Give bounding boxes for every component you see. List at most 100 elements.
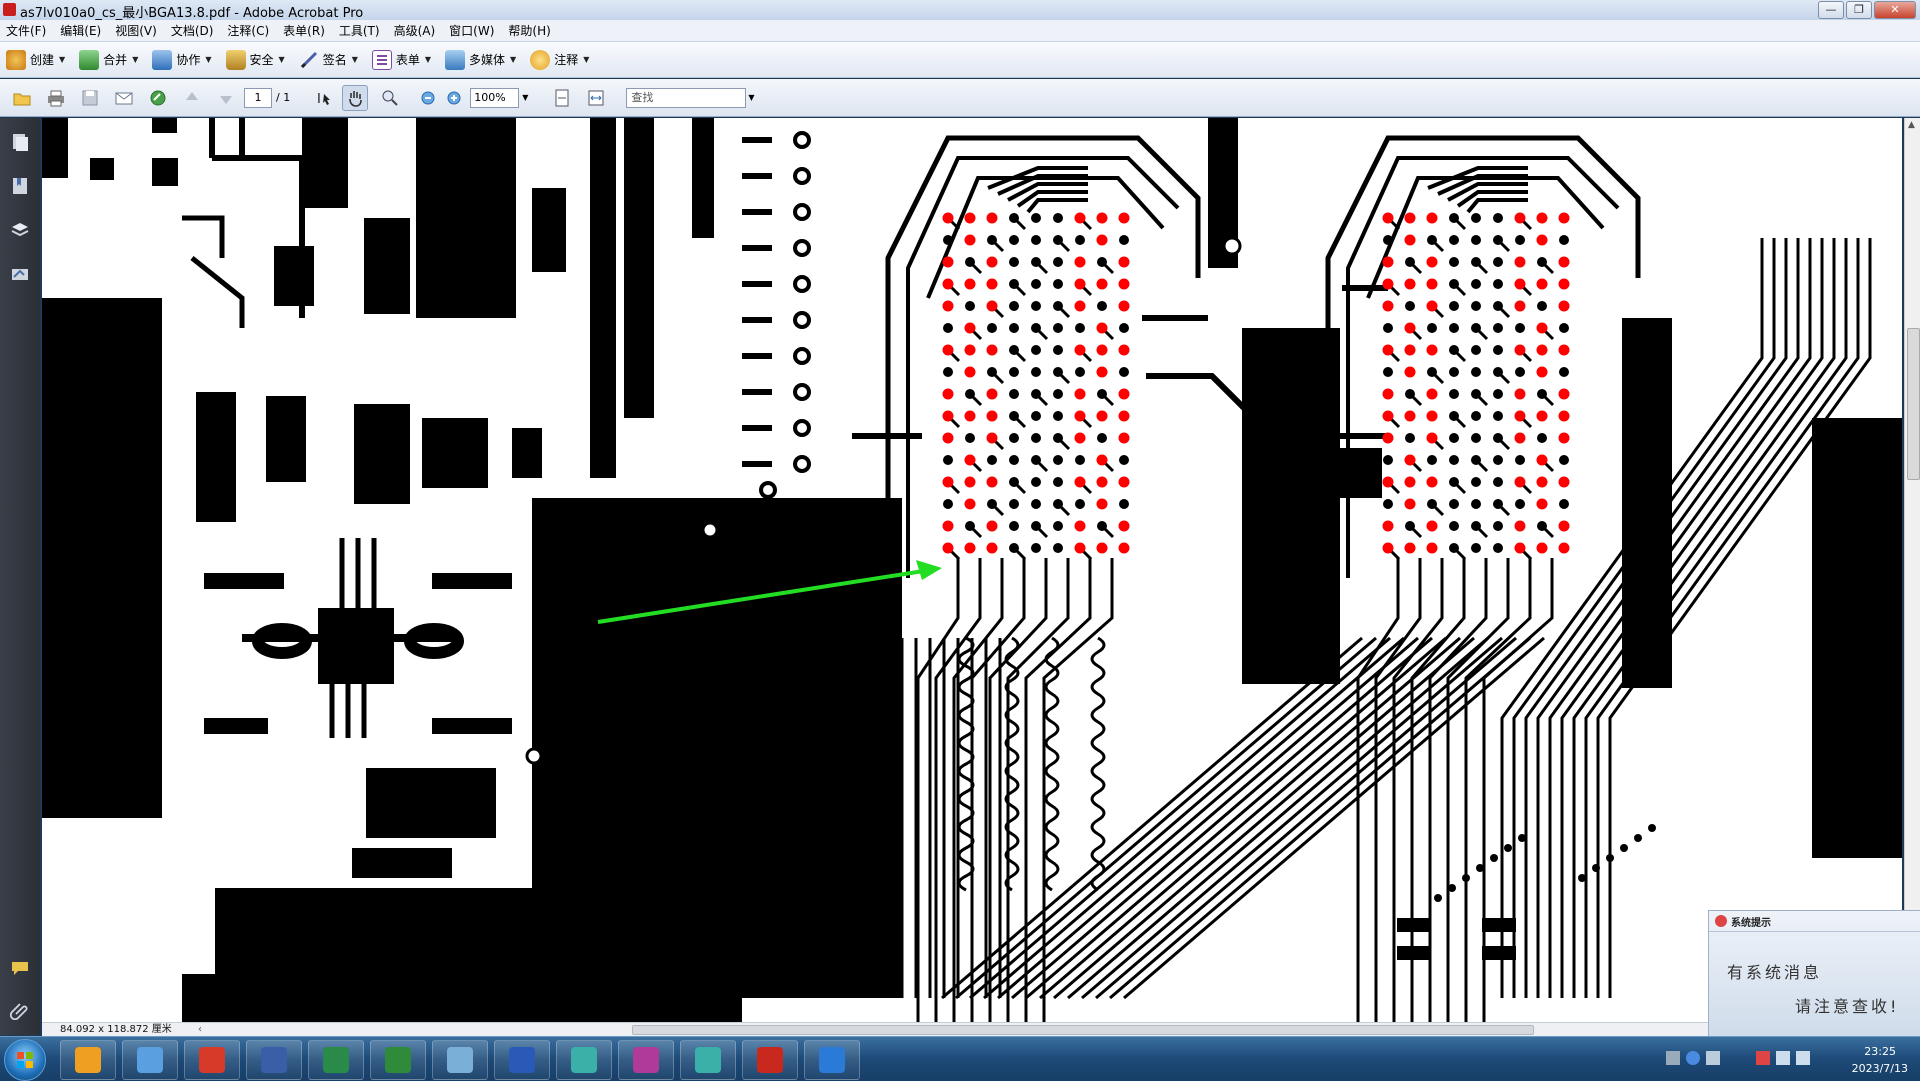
hand-tool-icon[interactable] bbox=[342, 84, 369, 111]
fit-width-icon[interactable] bbox=[584, 86, 608, 110]
layers-panel-icon[interactable] bbox=[8, 218, 32, 242]
navigation-pane bbox=[0, 118, 40, 1035]
taskbar-app-button[interactable] bbox=[370, 1040, 426, 1080]
eye-viewer-icon bbox=[571, 1047, 597, 1073]
comment-button[interactable]: 注释 ▼ bbox=[530, 49, 589, 70]
clock-time[interactable]: 23:25 bbox=[1864, 1045, 1896, 1058]
start-button[interactable] bbox=[4, 1039, 46, 1081]
windows-taskbar: 23:25 2023/7/13 bbox=[0, 1036, 1920, 1081]
notification-line-1: 有系统消息 bbox=[1727, 963, 1823, 982]
scroll-up-icon[interactable]: ▲ bbox=[1908, 120, 1915, 130]
combine-button[interactable]: 合并 ▼ bbox=[79, 49, 138, 70]
notification-line-2: 请注意查收! bbox=[1795, 997, 1900, 1016]
select-text-icon[interactable]: I bbox=[312, 86, 336, 110]
document-canvas[interactable] bbox=[42, 118, 1902, 1022]
volume-tray-icon[interactable] bbox=[1776, 1051, 1790, 1065]
bookmarks-panel-icon[interactable] bbox=[8, 174, 32, 198]
menu-bar: 文件(F) 编辑(E) 视图(V) 文档(D) 注释(C) 表单(R) 工具(T… bbox=[0, 20, 1920, 42]
menu-tools[interactable]: 工具(T) bbox=[332, 22, 387, 39]
security-flag-tray-icon[interactable] bbox=[1756, 1051, 1770, 1065]
taskbar-app-button[interactable] bbox=[494, 1040, 550, 1080]
search-input[interactable]: 查找 bbox=[626, 87, 747, 108]
system-tray: 23:25 2023/7/13 bbox=[1660, 1037, 1920, 1081]
maximize-button[interactable]: ❐ bbox=[1846, 1, 1872, 19]
previous-page-icon[interactable] bbox=[180, 86, 204, 110]
menu-view[interactable]: 视图(V) bbox=[108, 22, 164, 39]
taskbar-app-button[interactable] bbox=[556, 1040, 612, 1080]
navigation-toolbar: 1 / 1 I 100% ▼ 查找 ▼ bbox=[0, 79, 1920, 117]
taskbar-app-button[interactable] bbox=[804, 1040, 860, 1080]
taskbar-app-button[interactable] bbox=[184, 1040, 240, 1080]
excel-icon bbox=[385, 1047, 411, 1073]
menu-file[interactable]: 文件(F) bbox=[0, 22, 53, 39]
security-lock-icon bbox=[225, 49, 246, 70]
zoom-dropdown-icon[interactable]: ▼ bbox=[522, 93, 528, 102]
taskbar-app-button[interactable] bbox=[432, 1040, 488, 1080]
form-icon bbox=[371, 49, 392, 70]
multimedia-button[interactable]: 多媒体 ▼ bbox=[445, 49, 516, 70]
pads-layout-icon bbox=[323, 1047, 349, 1073]
eye-viewer-2-icon bbox=[695, 1047, 721, 1073]
network-tray-icon[interactable] bbox=[1706, 1051, 1720, 1065]
taskbar-app-button[interactable] bbox=[246, 1040, 302, 1080]
clock-date[interactable]: 2023/7/13 bbox=[1852, 1062, 1908, 1075]
next-page-icon[interactable] bbox=[214, 86, 238, 110]
zoom-level-input[interactable]: 100% bbox=[470, 87, 520, 108]
save-icon[interactable] bbox=[78, 86, 102, 110]
taskbar-app-button[interactable] bbox=[680, 1040, 736, 1080]
page-number-input[interactable]: 1 bbox=[244, 87, 272, 108]
share-globe-icon[interactable] bbox=[146, 86, 170, 110]
taskbar-app-button[interactable] bbox=[308, 1040, 364, 1080]
page-size-readout: 84.092 x 118.872 厘米 bbox=[60, 1024, 172, 1035]
explorer-shell-icon bbox=[75, 1047, 101, 1073]
zoom-out-icon[interactable] bbox=[416, 86, 440, 110]
help-tray-icon[interactable] bbox=[1686, 1051, 1700, 1065]
fit-page-icon[interactable] bbox=[550, 86, 574, 110]
minimize-button[interactable]: — bbox=[1818, 1, 1844, 19]
sign-button[interactable]: 签名 ▼ bbox=[299, 50, 358, 70]
scroll-left-icon[interactable]: ‹ bbox=[198, 1023, 202, 1036]
email-icon[interactable] bbox=[112, 86, 136, 110]
menu-advanced[interactable]: 高级(A) bbox=[387, 22, 443, 39]
pcb-layout-artwork bbox=[42, 118, 1902, 1022]
create-label: 创建 bbox=[30, 53, 55, 67]
signatures-panel-icon[interactable] bbox=[8, 262, 32, 286]
vertical-scrollbar[interactable]: ▲ ▼ bbox=[1904, 118, 1920, 1022]
menu-help[interactable]: 帮助(H) bbox=[501, 22, 557, 39]
menu-window[interactable]: 窗口(W) bbox=[442, 22, 501, 39]
combine-files-icon bbox=[79, 49, 100, 70]
taskbar-app-button[interactable] bbox=[122, 1040, 178, 1080]
taskbar-app-button[interactable] bbox=[618, 1040, 674, 1080]
collaborate-button[interactable]: 协作 ▼ bbox=[152, 49, 212, 70]
pages-panel-icon[interactable] bbox=[8, 130, 32, 154]
attachments-panel-icon[interactable] bbox=[8, 998, 32, 1022]
save-disk-icon bbox=[261, 1047, 287, 1073]
menu-document[interactable]: 文档(D) bbox=[164, 22, 221, 39]
taskbar-app-button[interactable] bbox=[742, 1040, 798, 1080]
open-folder-icon[interactable] bbox=[10, 86, 34, 110]
scroll-thumb[interactable] bbox=[1907, 328, 1920, 480]
menu-forms[interactable]: 表单(R) bbox=[276, 22, 332, 39]
sign-pen-icon bbox=[299, 50, 319, 70]
multimedia-label: 多媒体 bbox=[469, 53, 506, 67]
title-bar: as7lv010a0_cs_最小BGA13.8.pdf - Adobe Acro… bbox=[0, 0, 1920, 21]
menu-edit[interactable]: 编辑(E) bbox=[53, 22, 108, 39]
keyboard-tray-icon[interactable] bbox=[1666, 1051, 1680, 1065]
system-notification-popup[interactable]: 系统提示 有系统消息 请注意查收! bbox=[1708, 910, 1920, 1040]
notification-title: 系统提示 bbox=[1731, 917, 1771, 929]
security-button[interactable]: 安全 ▼ bbox=[225, 49, 285, 70]
comments-panel-icon[interactable] bbox=[8, 956, 32, 980]
acrobat-icon bbox=[757, 1047, 783, 1073]
display-tray-icon[interactable] bbox=[1796, 1051, 1810, 1065]
zoom-tool-icon[interactable] bbox=[378, 86, 402, 110]
collaborate-icon bbox=[152, 49, 173, 70]
create-button[interactable]: 创建 ▼ bbox=[6, 49, 65, 70]
menu-comments[interactable]: 注释(C) bbox=[220, 22, 276, 39]
zoom-in-icon[interactable] bbox=[442, 86, 466, 110]
print-icon[interactable] bbox=[44, 86, 68, 110]
forms-button[interactable]: 表单 ▼ bbox=[371, 49, 431, 70]
horizontal-scroll-thumb[interactable] bbox=[632, 1025, 1534, 1035]
taskbar-app-button[interactable] bbox=[60, 1040, 116, 1080]
close-button[interactable]: ✕ bbox=[1874, 1, 1916, 19]
search-dropdown-icon[interactable]: ▼ bbox=[748, 93, 754, 102]
